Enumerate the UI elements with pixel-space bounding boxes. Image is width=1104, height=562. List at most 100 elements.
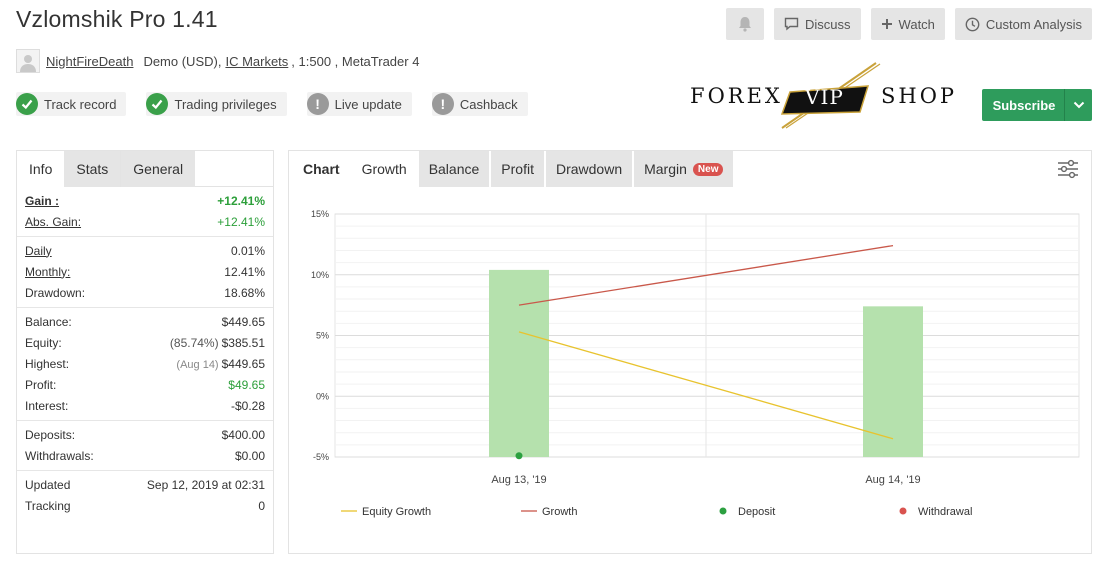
account-type: Demo (USD), bbox=[143, 53, 222, 69]
badge-label: Cashback bbox=[459, 96, 518, 112]
stat-row: Updated Sep 12, 2019 at 02:31 bbox=[25, 474, 265, 495]
gain-group: Gain : +12.41% Abs. Gain: +12.41% bbox=[17, 187, 273, 237]
updated-group: Updated Sep 12, 2019 at 02:31 Tracking 0 bbox=[17, 471, 273, 520]
highest-value: $449.65 bbox=[221, 356, 265, 371]
plus-icon bbox=[881, 19, 892, 29]
badge-live-update[interactable]: ! Live update bbox=[306, 92, 412, 116]
stat-row: Profit: $49.65 bbox=[25, 374, 265, 395]
exclamation-icon: ! bbox=[306, 93, 329, 115]
highest-value-wrap: (Aug 14) $449.65 bbox=[176, 357, 265, 371]
stat-row: Daily 0.01% bbox=[25, 240, 265, 261]
balance-group: Balance: $449.65 Equity: (85.74%) $385.51… bbox=[17, 308, 273, 421]
x-tick-label: Aug 13, '19 bbox=[491, 474, 546, 486]
badge-label: Live update bbox=[334, 96, 402, 112]
check-icon bbox=[16, 93, 38, 115]
legend-swatch bbox=[899, 507, 907, 515]
account-details: , 1:500 , MetaTrader 4 bbox=[291, 53, 420, 69]
deposits-value: $400.00 bbox=[221, 427, 265, 442]
highest-note: (Aug 14) bbox=[176, 358, 219, 371]
discuss-button[interactable]: Discuss bbox=[774, 8, 861, 40]
series-marker bbox=[515, 452, 523, 460]
withdrawals-label: Withdrawals: bbox=[25, 448, 94, 463]
stat-row: Highest: (Aug 14) $449.65 bbox=[25, 353, 265, 374]
legend-swatch bbox=[719, 507, 727, 515]
badge-label: Track record bbox=[44, 96, 117, 112]
tab-margin[interactable]: Margin New bbox=[634, 151, 736, 187]
badge-label: Trading privileges bbox=[174, 96, 277, 112]
updated-value: Sep 12, 2019 at 02:31 bbox=[146, 477, 265, 492]
tab-growth[interactable]: Growth bbox=[351, 151, 419, 187]
chart-panel: Chart Growth Balance Profit Drawdown Mar… bbox=[288, 150, 1092, 554]
balance-value: $449.65 bbox=[221, 314, 265, 329]
abs-gain-label[interactable]: Abs. Gain: bbox=[25, 215, 81, 229]
top-actions: Discuss Watch Custom Analysis bbox=[726, 8, 1092, 40]
custom-analysis-label: Custom Analysis bbox=[985, 16, 1082, 32]
monthly-label[interactable]: Monthly: bbox=[25, 265, 70, 279]
stat-row: Gain : +12.41% bbox=[25, 190, 265, 211]
tab-stats[interactable]: Stats bbox=[64, 151, 121, 187]
drawdown-label: Drawdown: bbox=[25, 285, 86, 300]
tab-margin-label: Margin bbox=[644, 161, 687, 177]
tab-drawdown[interactable]: Drawdown bbox=[545, 151, 635, 187]
broker-link[interactable]: IC Markets bbox=[225, 54, 288, 69]
chat-icon bbox=[784, 17, 799, 31]
badge-trading-privileges[interactable]: Trading privileges bbox=[146, 92, 287, 116]
badge-cashback[interactable]: ! Cashback bbox=[431, 92, 528, 116]
bar bbox=[489, 269, 549, 457]
chart-settings-button[interactable] bbox=[1057, 159, 1079, 184]
avatar[interactable] bbox=[16, 49, 40, 73]
clock-icon bbox=[965, 17, 980, 31]
interest-label: Interest: bbox=[25, 398, 69, 413]
tracking-label: Tracking bbox=[25, 498, 71, 513]
legend-label: Deposit bbox=[738, 506, 775, 518]
gain-value: +12.41% bbox=[217, 193, 265, 208]
legend-label: Growth bbox=[542, 506, 577, 518]
custom-analysis-button[interactable]: Custom Analysis bbox=[954, 8, 1092, 40]
stats-panel: Info Stats General Gain : +12.41% Abs. G… bbox=[16, 150, 274, 554]
tracking-value: 0 bbox=[258, 498, 265, 513]
bar bbox=[863, 306, 923, 457]
chart-heading: Chart bbox=[293, 151, 352, 187]
profit-label: Profit: bbox=[25, 377, 57, 392]
check-icon bbox=[146, 93, 169, 115]
daily-label[interactable]: Daily bbox=[25, 244, 52, 258]
tab-profit[interactable]: Profit bbox=[491, 151, 546, 187]
y-tick-label: 10% bbox=[311, 270, 329, 280]
stat-row: Balance: $449.65 bbox=[25, 311, 265, 332]
stat-row: Monthly: 12.41% bbox=[25, 261, 265, 282]
equity-note: (85.74%) bbox=[169, 335, 219, 350]
notify-button[interactable] bbox=[726, 8, 765, 40]
chart-tabs: Chart Growth Balance Profit Drawdown Mar… bbox=[289, 151, 1091, 187]
gain-label[interactable]: Gain : bbox=[25, 194, 59, 208]
subscribe-label: Subscribe bbox=[992, 97, 1056, 113]
logo-text-left: FOREX bbox=[690, 84, 783, 108]
subscribe-button[interactable]: Subscribe bbox=[982, 89, 1092, 121]
badge-track-record[interactable]: Track record bbox=[16, 92, 127, 116]
tab-general[interactable]: General bbox=[120, 151, 196, 187]
balance-label: Balance: bbox=[25, 314, 72, 329]
stat-row: Interest: -$0.28 bbox=[25, 395, 265, 416]
monthly-value: 12.41% bbox=[224, 264, 265, 279]
withdrawals-value: $0.00 bbox=[234, 448, 265, 463]
discuss-label: Discuss bbox=[805, 16, 851, 32]
x-tick-label: Aug 14, '19 bbox=[865, 474, 920, 486]
tab-balance[interactable]: Balance bbox=[418, 151, 492, 187]
forex-vip-shop-logo: FOREX VIP SHOP bbox=[690, 62, 955, 132]
drawdown-value: 18.68% bbox=[224, 285, 265, 300]
stat-row: Deposits: $400.00 bbox=[25, 424, 265, 445]
user-link[interactable]: NightFireDeath bbox=[46, 54, 133, 69]
badges: Track record Trading privileges ! Live u… bbox=[16, 92, 528, 116]
equity-value-wrap: (85.74%) $385.51 bbox=[170, 336, 265, 350]
y-tick-label: 5% bbox=[316, 331, 329, 341]
chevron-down-icon[interactable] bbox=[1064, 89, 1092, 121]
interest-value: -$0.28 bbox=[230, 398, 265, 413]
deposits-group: Deposits: $400.00 Withdrawals: $0.00 bbox=[17, 421, 273, 471]
y-tick-label: 0% bbox=[316, 391, 329, 401]
tab-info[interactable]: Info bbox=[17, 151, 65, 187]
stat-row: Tracking 0 bbox=[25, 495, 265, 516]
sliders-icon bbox=[1058, 159, 1078, 179]
y-tick-label: -5% bbox=[313, 452, 329, 462]
watch-button[interactable]: Watch bbox=[870, 8, 945, 40]
user-icon bbox=[20, 55, 36, 72]
legend-label: Withdrawal bbox=[918, 506, 972, 518]
